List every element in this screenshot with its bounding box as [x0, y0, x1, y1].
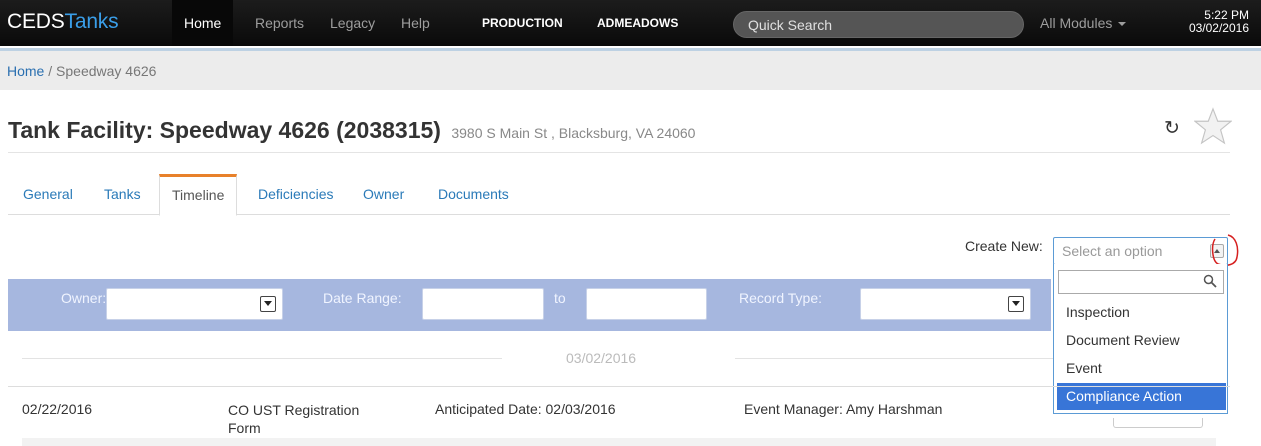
option-document-review[interactable]: Document Review — [1057, 327, 1226, 354]
owner-filter-label: Owner: — [61, 290, 107, 306]
brand-text-primary: CEDS — [7, 10, 65, 33]
breadcrumb-bar: Home / Speedway 4626 — [0, 48, 1261, 90]
nav-reports[interactable]: Reports — [243, 0, 316, 46]
tab-owner[interactable]: Owner — [351, 174, 416, 215]
app-logo[interactable]: CEDSTanks — [7, 10, 119, 34]
date-range-end-input[interactable] — [586, 288, 707, 320]
tab-timeline[interactable]: Timeline — [159, 174, 238, 216]
breadcrumb-separator: / — [44, 63, 57, 79]
facility-address: 3980 S Main St , Blacksburg, VA 24060 — [451, 125, 696, 141]
nav-user[interactable]: ADMEADOWS — [585, 0, 690, 46]
tab-tanks[interactable]: Tanks — [92, 174, 153, 215]
clock: 5:22 PM 03/02/2016 — [1189, 9, 1249, 35]
brand-text-accent: Tanks — [64, 10, 119, 33]
clock-date: 03/02/2016 — [1188, 21, 1249, 35]
timeline-filter-bar: Owner: Date Range: to Record Type: — [8, 279, 1051, 331]
date-separator: 03/02/2016 — [566, 350, 637, 366]
timeline-row-manager: Event Manager: Amy Harshman — [744, 401, 943, 417]
nav-legacy[interactable]: Legacy — [318, 0, 387, 46]
date-separator-line-left — [22, 358, 502, 359]
create-new-select[interactable]: Select an option — [1053, 237, 1228, 265]
nav-home[interactable]: Home — [172, 0, 234, 46]
refresh-icon[interactable]: ↻ — [1164, 117, 1180, 140]
option-inspection[interactable]: Inspection — [1057, 299, 1226, 326]
option-event[interactable]: Event — [1057, 355, 1226, 382]
dropdown-search-input[interactable] — [1058, 270, 1224, 294]
search-icon — [1203, 274, 1217, 288]
nav-help[interactable]: Help — [389, 0, 442, 46]
row-divider — [8, 386, 1230, 387]
title-divider — [8, 152, 1230, 153]
create-new-label: Create New: — [965, 238, 1043, 254]
create-new-dropdown: Inspection Document Review Event Complia… — [1053, 264, 1228, 414]
timeline-row-details — [22, 438, 1216, 446]
timeline-row-title-line1: CO UST Registration — [228, 402, 360, 418]
timeline-row-action-button[interactable] — [1113, 418, 1203, 428]
breadcrumb-current: Speedway 4626 — [56, 63, 157, 79]
tab-bar: General Tanks Timeline Deficiencies Owne… — [8, 174, 1230, 216]
tab-general[interactable]: General — [11, 174, 85, 215]
timeline-row-title-line2: Form — [228, 420, 261, 436]
chevron-down-icon — [1008, 296, 1024, 312]
caret-down-icon — [1118, 22, 1127, 27]
date-range-label: Date Range: — [323, 290, 402, 306]
favorite-star-icon[interactable] — [1194, 107, 1232, 145]
page-title: Tank Facility: Speedway 4626 (2038315) 3… — [8, 117, 695, 144]
record-type-select[interactable] — [860, 288, 1031, 320]
top-navbar: CEDSTanks Home Reports Legacy Help PRODU… — [0, 0, 1261, 46]
timeline-row-title[interactable]: CO UST Registration Form — [228, 401, 359, 437]
quick-search-input[interactable]: Quick Search — [733, 11, 1024, 38]
tab-documents[interactable]: Documents — [426, 174, 521, 215]
record-type-label: Record Type: — [739, 290, 823, 306]
tab-deficiencies[interactable]: Deficiencies — [246, 174, 345, 215]
modules-dropdown[interactable]: All Modules — [1040, 0, 1127, 46]
create-new-placeholder: Select an option — [1062, 243, 1163, 259]
modules-label: All Modules — [1040, 15, 1113, 31]
timeline-row-anticipated: Anticipated Date: 02/03/2016 — [435, 401, 616, 417]
facility-title: Tank Facility: Speedway 4626 (2038315) — [8, 117, 441, 143]
timeline-row-date: 02/22/2016 — [22, 401, 93, 417]
owner-filter-select[interactable] — [106, 288, 283, 320]
breadcrumb-home-link[interactable]: Home — [7, 63, 44, 79]
date-range-to-label: to — [554, 290, 566, 306]
option-compliance-action[interactable]: Compliance Action — [1057, 383, 1226, 410]
nav-environment[interactable]: PRODUCTION — [470, 0, 575, 46]
breadcrumb: Home / Speedway 4626 — [7, 63, 156, 79]
date-separator-line-right — [735, 358, 1053, 359]
date-range-start-input[interactable] — [422, 288, 544, 320]
chevron-down-icon — [260, 296, 276, 312]
